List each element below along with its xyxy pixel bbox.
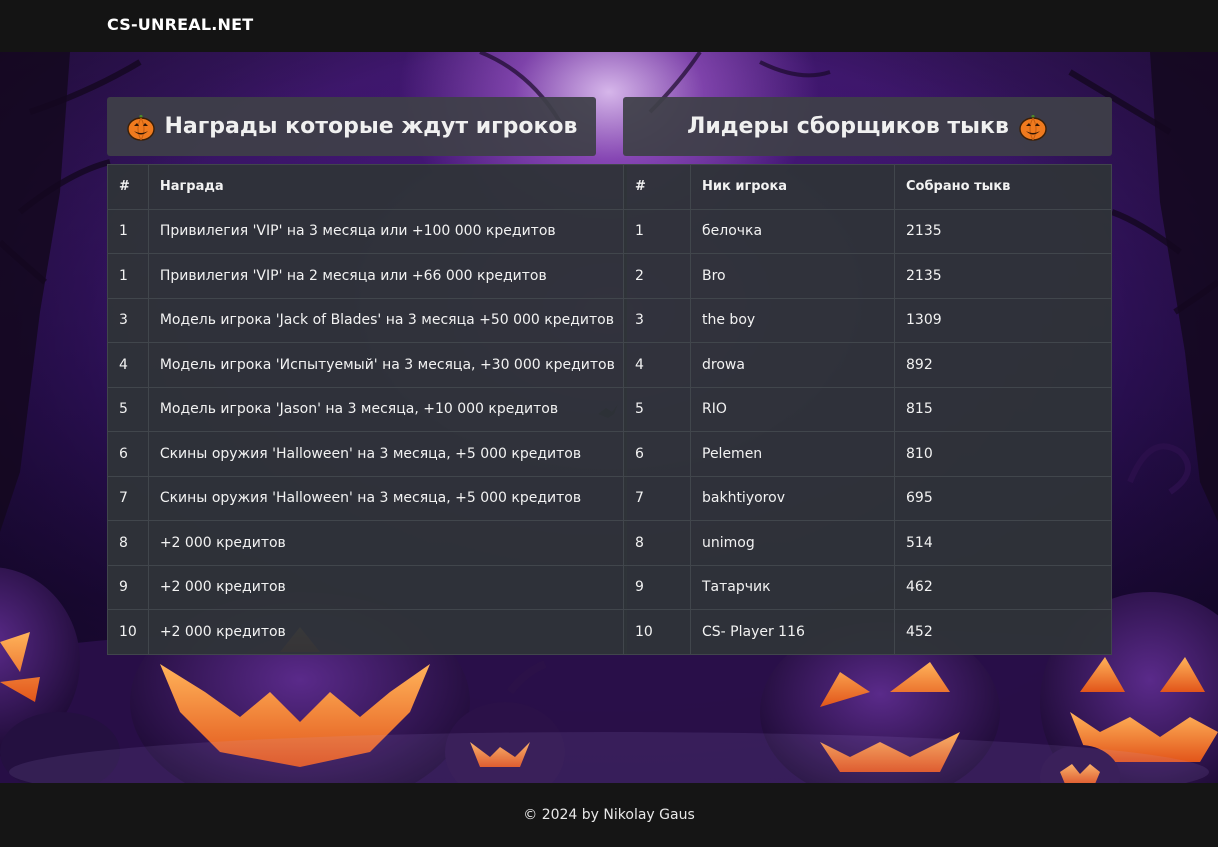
table-row: 5 RIO 815 bbox=[623, 386, 1112, 432]
pumpkin-icon bbox=[1019, 114, 1047, 141]
rank-cell: 9 bbox=[623, 564, 691, 610]
reward-cell: Модель игрока 'Испытуемый' на 3 месяца, … bbox=[147, 342, 627, 388]
rank-cell: 10 bbox=[107, 609, 149, 655]
reward-cell: Привилегия 'VIP' на 3 месяца или +100 00… bbox=[147, 208, 627, 254]
rank-cell: 4 bbox=[107, 342, 149, 388]
reward-cell: Модель игрока 'Jason' на 3 месяца, +10 0… bbox=[147, 386, 627, 432]
rewards-title-text: Награды которые ждут игроков bbox=[164, 114, 578, 139]
table-row: 9 Татарчик 462 bbox=[623, 564, 1112, 610]
brand-link[interactable]: CS-UNREAL.NET bbox=[107, 15, 253, 34]
reward-cell: Модель игрока 'Jack of Blades' на 3 меся… bbox=[147, 297, 627, 343]
rank-cell: 8 bbox=[623, 520, 691, 566]
pumpkin-count-cell: 462 bbox=[894, 564, 1112, 610]
pumpkin-count-cell: 892 bbox=[894, 342, 1112, 388]
table-row: 4 Модель игрока 'Испытуемый' на 3 месяца,… bbox=[107, 342, 627, 388]
reward-cell: Скины оружия 'Halloween' на 3 месяца, +5… bbox=[147, 475, 627, 521]
pumpkin-count-cell: 810 bbox=[894, 431, 1112, 477]
column-header-reward: Награда bbox=[147, 164, 627, 210]
table-row: 2 Bro 2135 bbox=[623, 253, 1112, 299]
rank-cell: 4 bbox=[623, 342, 691, 388]
rank-cell: 9 bbox=[107, 564, 149, 610]
table-row: 8 +2 000 кредитов bbox=[107, 520, 627, 566]
table-row: 7 Скины оружия 'Halloween' на 3 месяца, +… bbox=[107, 475, 627, 521]
table-row: 4 drowa 892 bbox=[623, 342, 1112, 388]
reward-cell: +2 000 кредитов bbox=[147, 520, 627, 566]
player-nick-cell: CS- Player 116 bbox=[690, 609, 895, 655]
leaders-title-text: Лидеры сборщиков тыкв bbox=[687, 114, 1009, 139]
column-header-nick: Ник игрока bbox=[690, 164, 895, 210]
reward-cell: +2 000 кредитов bbox=[147, 609, 627, 655]
column-header-count: Собрано тыкв bbox=[894, 164, 1112, 210]
rank-cell: 10 bbox=[623, 609, 691, 655]
pumpkin-icon bbox=[126, 114, 155, 141]
table-row: 1 белочка 2135 bbox=[623, 208, 1112, 254]
rank-cell: 6 bbox=[107, 431, 149, 477]
reward-cell: Скины оружия 'Halloween' на 3 месяца, +5… bbox=[147, 431, 627, 477]
leaders-title: Лидеры сборщиков тыкв bbox=[623, 97, 1112, 156]
player-nick-cell: bakhtiyorov bbox=[690, 475, 895, 521]
table-row: 8 unimog 514 bbox=[623, 520, 1112, 566]
player-nick-cell: Bro bbox=[690, 253, 895, 299]
player-nick-cell: RIO bbox=[690, 386, 895, 432]
rank-cell: 6 bbox=[623, 431, 691, 477]
table-row: 7 bakhtiyorov 695 bbox=[623, 475, 1112, 521]
player-nick-cell: the boy bbox=[690, 297, 895, 343]
rewards-title: Награды которые ждут игроков bbox=[107, 97, 596, 156]
player-nick-cell: Pelemen bbox=[690, 431, 895, 477]
reward-cell: Привилегия 'VIP' на 2 месяца или +66 000… bbox=[147, 253, 627, 299]
rank-cell: 7 bbox=[107, 475, 149, 521]
leaders-table: # Ник игрока Собрано тыкв 1 белочка 2135 2 B… bbox=[623, 164, 1112, 655]
rank-cell: 2 bbox=[623, 253, 691, 299]
column-header-number: # bbox=[107, 164, 149, 210]
rewards-table: # Награда 1 Привилегия 'VIP' на 3 месяца … bbox=[107, 164, 627, 655]
table-row: 5 Модель игрока 'Jason' на 3 месяца, +10 … bbox=[107, 386, 627, 432]
table-row: 10 +2 000 кредитов bbox=[107, 609, 627, 655]
rank-cell: 1 bbox=[623, 208, 691, 254]
pumpkin-count-cell: 695 bbox=[894, 475, 1112, 521]
table-row: 1 Привилегия 'VIP' на 3 месяца или +100 0… bbox=[107, 208, 627, 254]
table-row: 3 the boy 1309 bbox=[623, 297, 1112, 343]
column-header-number: # bbox=[623, 164, 691, 210]
table-header-row: # Ник игрока Собрано тыкв bbox=[623, 164, 1112, 210]
pumpkin-count-cell: 2135 bbox=[894, 208, 1112, 254]
rank-cell: 5 bbox=[623, 386, 691, 432]
navbar: CS-UNREAL.NET bbox=[0, 0, 1218, 52]
rank-cell: 7 bbox=[623, 475, 691, 521]
pumpkin-count-cell: 452 bbox=[894, 609, 1112, 655]
leaders-table-body: 1 белочка 2135 2 Bro 2135 3 the boy 1309 4 drowa 89… bbox=[623, 208, 1112, 655]
reward-cell: +2 000 кредитов bbox=[147, 564, 627, 610]
rewards-table-body: 1 Привилегия 'VIP' на 3 месяца или +100 0… bbox=[107, 208, 627, 655]
table-row: 1 Привилегия 'VIP' на 2 месяца или +66 00… bbox=[107, 253, 627, 299]
rank-cell: 3 bbox=[623, 297, 691, 343]
table-row: 3 Модель игрока 'Jack of Blades' на 3 мес… bbox=[107, 297, 627, 343]
pumpkin-count-cell: 1309 bbox=[894, 297, 1112, 343]
table-row: 9 +2 000 кредитов bbox=[107, 564, 627, 610]
table-header-row: # Награда bbox=[107, 164, 627, 210]
player-nick-cell: Татарчик bbox=[690, 564, 895, 610]
rank-cell: 8 bbox=[107, 520, 149, 566]
rank-cell: 5 bbox=[107, 386, 149, 432]
copyright-text: © 2024 by Nikolay Gaus bbox=[523, 807, 695, 823]
rank-cell: 3 bbox=[107, 297, 149, 343]
table-row: 6 Скины оружия 'Halloween' на 3 месяца, +… bbox=[107, 431, 627, 477]
player-nick-cell: unimog bbox=[690, 520, 895, 566]
table-row: 10 CS- Player 116 452 bbox=[623, 609, 1112, 655]
rank-cell: 1 bbox=[107, 253, 149, 299]
pumpkin-count-cell: 514 bbox=[894, 520, 1112, 566]
player-nick-cell: drowa bbox=[690, 342, 895, 388]
pumpkin-count-cell: 815 bbox=[894, 386, 1112, 432]
pumpkin-count-cell: 2135 bbox=[894, 253, 1112, 299]
table-row: 6 Pelemen 810 bbox=[623, 431, 1112, 477]
footer: © 2024 by Nikolay Gaus bbox=[0, 783, 1218, 847]
player-nick-cell: белочка bbox=[690, 208, 895, 254]
rank-cell: 1 bbox=[107, 208, 149, 254]
